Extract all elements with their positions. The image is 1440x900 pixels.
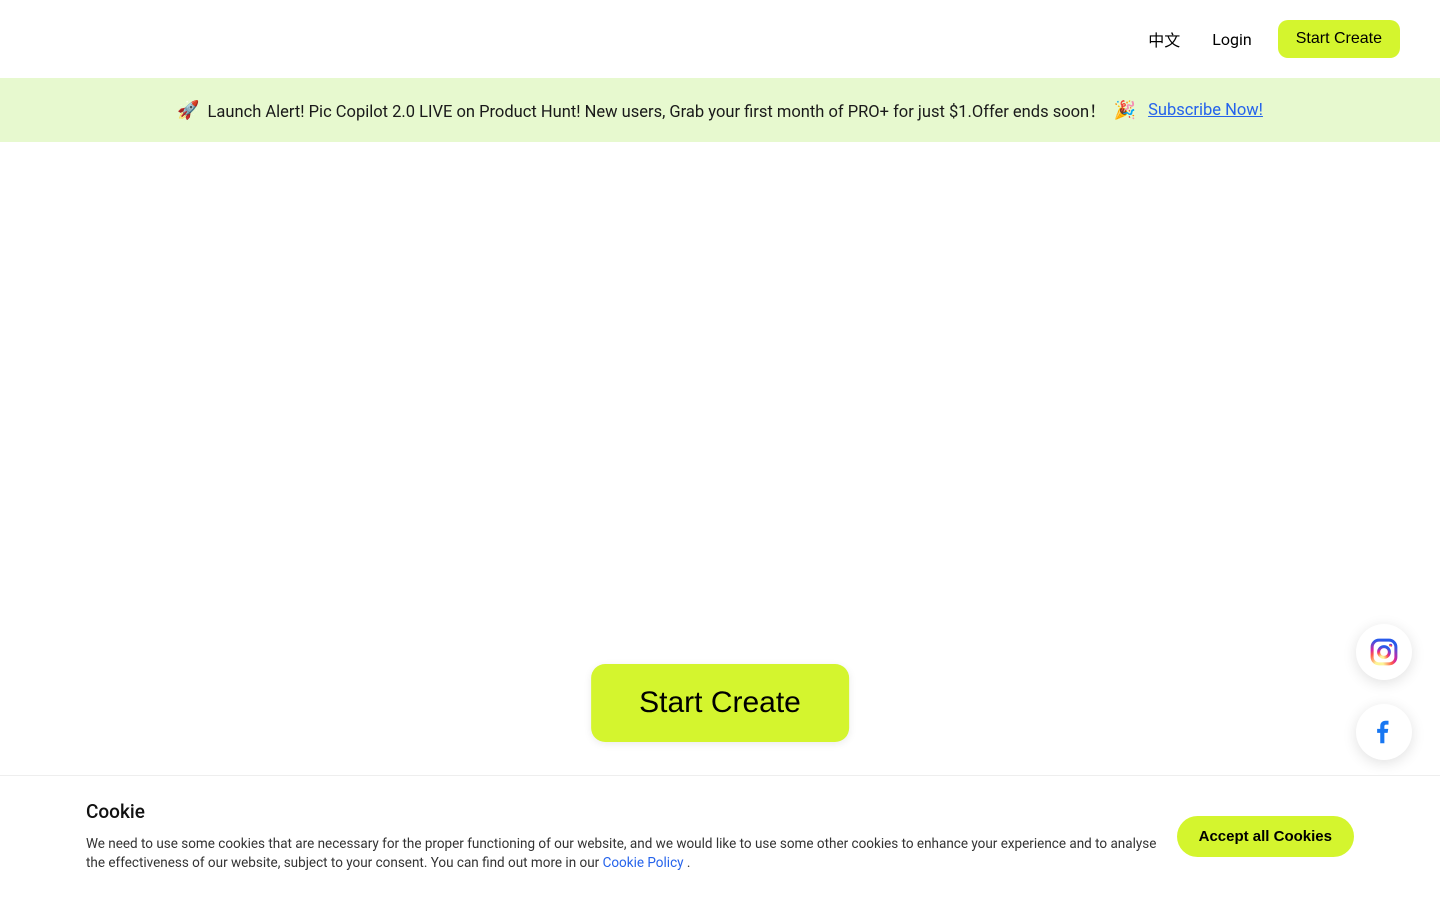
cookie-title: Cookie [86,800,1157,823]
header: 中文 Login Start Create [0,0,1440,78]
accept-cookies-button[interactable]: Accept all Cookies [1177,816,1354,857]
cta-wrapper: Start Create [591,664,849,742]
facebook-icon [1369,717,1399,747]
confetti-icon: 🎉 [1114,100,1136,121]
banner-text: Launch Alert! Pic Copilot 2.0 LIVE on Pr… [208,98,1106,122]
login-link[interactable]: Login [1206,22,1257,57]
instagram-icon [1369,637,1399,667]
cookie-description: We need to use some cookies that are nec… [86,835,1157,874]
subscribe-link[interactable]: Subscribe Now! [1148,101,1263,120]
cookie-consent-bar: Cookie We need to use some cookies that … [0,775,1440,900]
instagram-button[interactable] [1356,624,1412,680]
start-create-header-button[interactable]: Start Create [1278,20,1400,58]
social-float [1356,624,1412,760]
cookie-description-part2: . [684,855,691,871]
rocket-icon: 🚀 [177,100,199,121]
start-create-cta-button[interactable]: Start Create [591,664,849,742]
announcement-banner: 🚀 Launch Alert! Pic Copilot 2.0 LIVE on … [0,78,1440,142]
language-switch[interactable]: 中文 [1142,19,1186,59]
cookie-text-block: Cookie We need to use some cookies that … [86,800,1157,874]
facebook-button[interactable] [1356,704,1412,760]
cookie-policy-link[interactable]: Cookie Policy [603,855,684,871]
